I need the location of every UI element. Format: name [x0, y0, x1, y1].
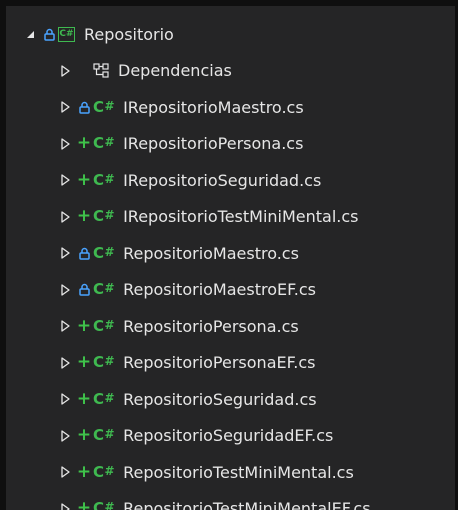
tree-node-label: RepositorioPersonaEF.cs: [123, 353, 316, 373]
tree-node-file[interactable]: + C# RepositorioPersonaEF.cs: [6, 345, 455, 382]
csharp-project-icon: C#: [58, 26, 75, 42]
tree-node-label: RepositorioSeguridadEF.cs: [123, 426, 334, 446]
csharp-file-icon: C#: [93, 97, 115, 116]
tree-node-label: Dependencias: [118, 61, 232, 81]
tree-node-file[interactable]: C# IRepositorioMaestro.cs: [6, 89, 455, 126]
added-plus-icon: +: [76, 352, 92, 373]
tree-node-dependencies[interactable]: Dependencias: [6, 53, 455, 90]
lock-icon: [78, 246, 90, 260]
lock-icon: [78, 100, 90, 114]
tree-node-label: RepositorioTestMiniMentalEF.cs: [123, 499, 371, 510]
tree-node-label: IRepositorioTestMiniMental.cs: [123, 207, 359, 227]
collapsed-caret-icon[interactable]: [58, 319, 72, 333]
tree-node-label: RepositorioMaestro.cs: [123, 243, 299, 263]
tree-node-label: RepositorioTestMiniMental.cs: [123, 462, 354, 482]
csharp-file-icon: C#: [93, 462, 115, 481]
collapsed-caret-icon[interactable]: [58, 283, 72, 297]
csharp-file-icon: C#: [93, 316, 115, 335]
csharp-file-icon: C#: [93, 134, 115, 153]
collapsed-caret-icon[interactable]: [58, 64, 72, 78]
added-plus-icon: +: [76, 388, 92, 409]
dependencies-icon: [92, 63, 110, 79]
tree-node-file[interactable]: C# RepositorioMaestroEF.cs: [6, 272, 455, 309]
collapsed-caret-icon[interactable]: [58, 246, 72, 260]
added-plus-icon: +: [76, 169, 92, 190]
collapsed-caret-icon[interactable]: [58, 465, 72, 479]
tree-node-label: IRepositorioSeguridad.cs: [123, 170, 322, 190]
tree-node-label: IRepositorioPersona.cs: [123, 134, 304, 154]
tree-node-file[interactable]: + C# IRepositorioSeguridad.cs: [6, 162, 455, 199]
added-plus-icon: +: [76, 133, 92, 154]
collapsed-caret-icon[interactable]: [58, 210, 72, 224]
added-plus-icon: +: [76, 315, 92, 336]
tree-node-project[interactable]: C# Repositorio: [6, 16, 455, 53]
collapsed-caret-icon[interactable]: [58, 173, 72, 187]
tree-node-file[interactable]: + C# RepositorioPersona.cs: [6, 308, 455, 345]
tree-node-file[interactable]: + C# RepositorioSeguridadEF.cs: [6, 418, 455, 455]
csharp-file-icon: C#: [93, 499, 115, 510]
lock-icon: [78, 283, 90, 297]
solution-tree: C# Repositorio Dependencias C# IRepositori…: [6, 16, 455, 510]
tree-node-label: RepositorioSeguridad.cs: [123, 389, 317, 409]
collapsed-caret-icon[interactable]: [58, 392, 72, 406]
tree-node-file[interactable]: + C# IRepositorioPersona.cs: [6, 126, 455, 163]
expanded-caret-icon[interactable]: [23, 27, 37, 41]
collapsed-caret-icon[interactable]: [58, 356, 72, 370]
tree-node-label: RepositorioMaestroEF.cs: [123, 280, 316, 300]
added-plus-icon: +: [76, 425, 92, 446]
collapsed-caret-icon[interactable]: [58, 429, 72, 443]
collapsed-caret-icon[interactable]: [58, 100, 72, 114]
csharp-file-icon: C#: [93, 243, 115, 262]
project-name: Repositorio: [84, 24, 174, 44]
csharp-file-icon: C#: [93, 170, 115, 189]
tree-node-file[interactable]: + C# IRepositorioTestMiniMental.cs: [6, 199, 455, 236]
added-plus-icon: +: [76, 206, 92, 227]
tree-node-file[interactable]: C# RepositorioMaestro.cs: [6, 235, 455, 272]
lock-icon: [43, 27, 55, 41]
tree-node-file[interactable]: + C# RepositorioTestMiniMentalEF.cs: [6, 491, 455, 510]
csharp-file-icon: C#: [93, 280, 115, 299]
added-plus-icon: +: [76, 461, 92, 482]
added-plus-icon: +: [76, 498, 92, 510]
csharp-file-icon: C#: [93, 426, 115, 445]
csharp-file-icon: C#: [93, 207, 115, 226]
solution-explorer-panel: C# Repositorio Dependencias C# IRepositori…: [0, 0, 458, 510]
collapsed-caret-icon[interactable]: [58, 137, 72, 151]
tree-node-label: IRepositorioMaestro.cs: [123, 97, 304, 117]
tree-node-file[interactable]: + C# RepositorioSeguridad.cs: [6, 381, 455, 418]
csharp-file-icon: C#: [93, 389, 115, 408]
collapsed-caret-icon[interactable]: [58, 502, 72, 510]
tree-node-label: RepositorioPersona.cs: [123, 316, 299, 336]
tree-node-file[interactable]: + C# RepositorioTestMiniMental.cs: [6, 454, 455, 491]
csharp-file-icon: C#: [93, 353, 115, 372]
